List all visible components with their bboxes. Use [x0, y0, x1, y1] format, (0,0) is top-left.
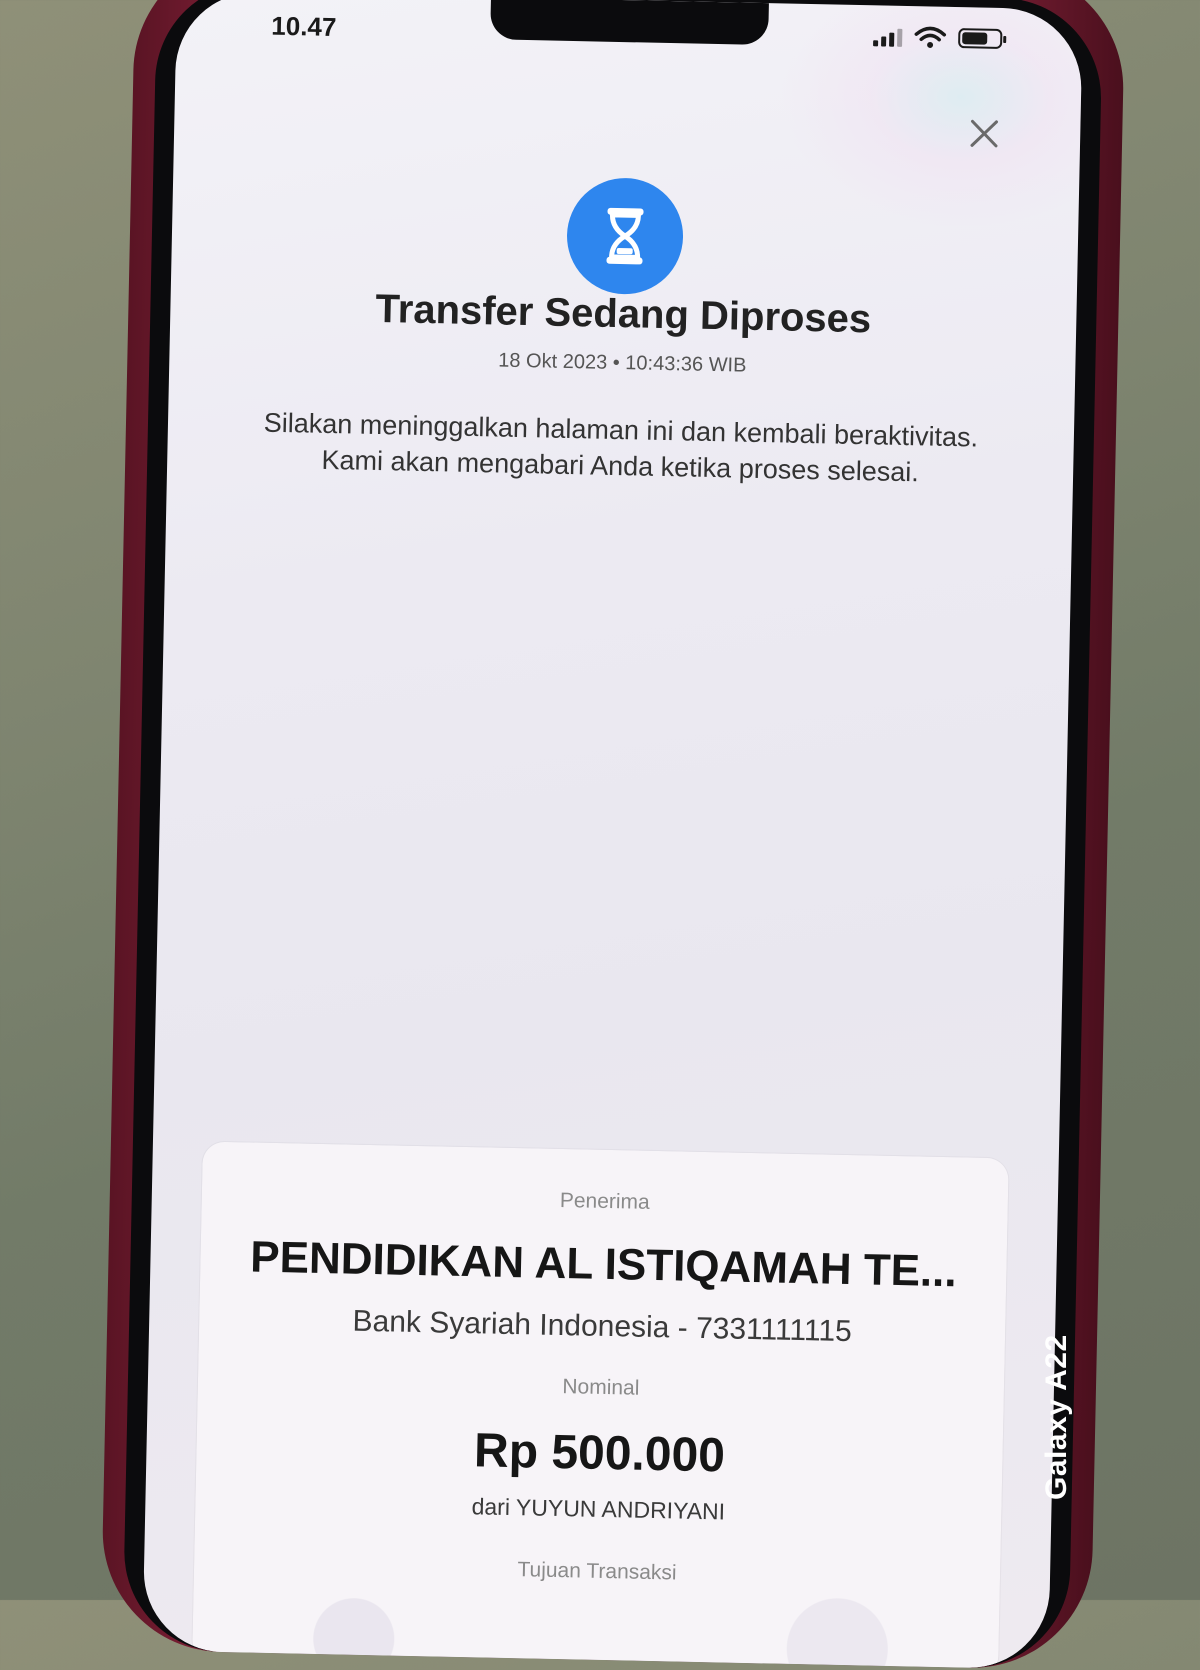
- purpose-label: Tujuan Transaksi: [517, 1558, 677, 1585]
- page-title: Transfer Sedang Diproses: [375, 286, 872, 342]
- recipient-bank-account: Bank Syariah Indonesia - 7331111115: [352, 1304, 853, 1349]
- transfer-amount: Rp 500.000: [473, 1424, 726, 1483]
- signal-icon: [873, 26, 903, 47]
- close-icon[interactable]: [966, 115, 1003, 152]
- phone-case: 10.47 Transfer Sedang Diproses 18 Okt 20…: [100, 0, 1126, 1670]
- recipient-label: Penerima: [559, 1188, 650, 1214]
- amount-label: Nominal: [562, 1375, 640, 1400]
- battery-icon: [958, 28, 1003, 49]
- recipient-name: PENDIDIKAN AL ISTIQAMAH TE...: [249, 1232, 958, 1297]
- info-message: Silakan meninggalkan halaman ini dan kem…: [263, 407, 979, 488]
- camera-watermark: Galaxy A22: [1040, 1334, 1073, 1500]
- phone-bezel: 10.47 Transfer Sedang Diproses 18 Okt 20…: [122, 0, 1104, 1670]
- sender-name: dari YUYUN ANDRIYANI: [471, 1493, 726, 1525]
- transaction-details-card: Penerima PENDIDIKAN AL ISTIQAMAH TE... B…: [192, 1141, 1009, 1670]
- hourglass-icon: [565, 176, 685, 296]
- status-bar-time: 10.47: [271, 10, 337, 43]
- status-bar-icons: [873, 25, 1003, 50]
- transaction-datetime: 18 Okt 2023 • 10:43:36 WIB: [498, 349, 747, 377]
- wifi-icon: [914, 26, 947, 48]
- camera-notch: [490, 0, 769, 46]
- phone-screen: 10.47 Transfer Sedang Diproses 18 Okt 20…: [142, 0, 1083, 1670]
